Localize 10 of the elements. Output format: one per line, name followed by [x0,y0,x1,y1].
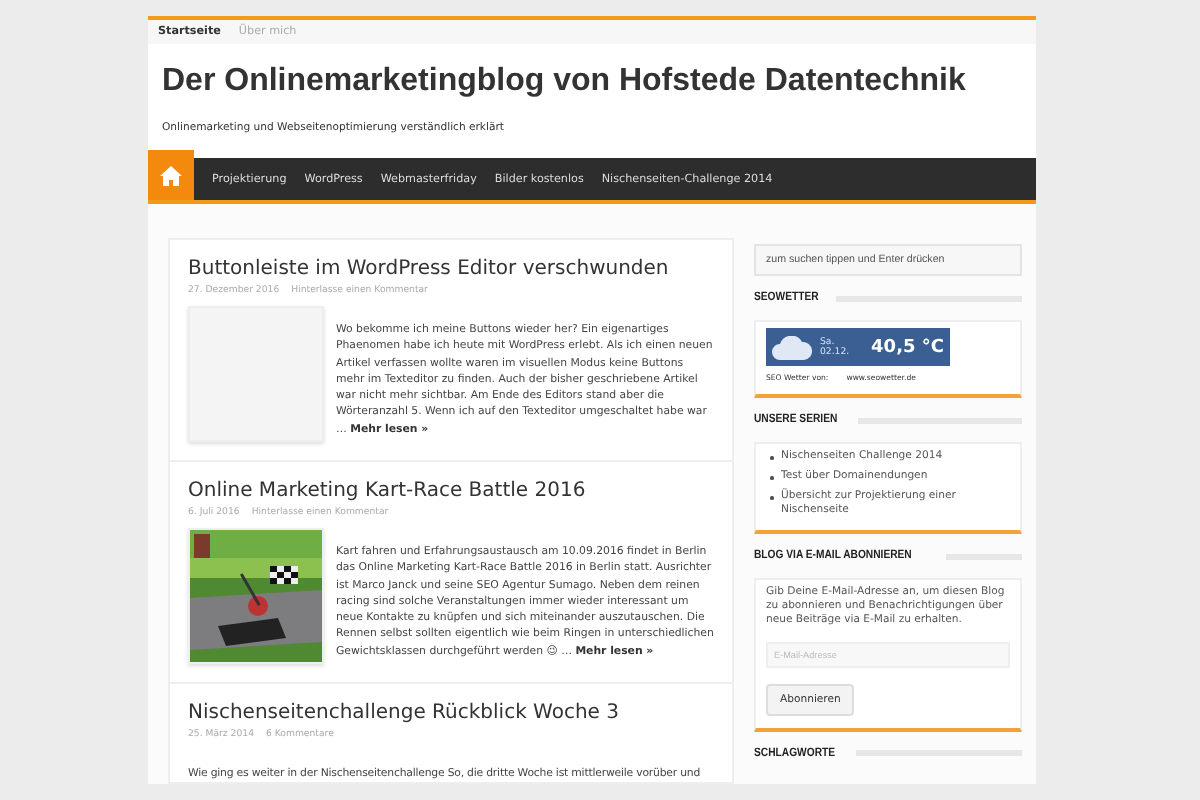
post-thumbnail[interactable] [188,528,324,664]
temperature: 40,5 °C [871,337,944,357]
site-title[interactable]: Der Onlinemarketingblog von Hofstede Datentechnik [162,64,1022,100]
post-title[interactable]: Online Marketing Kart-Race Battle 2016 [188,480,714,502]
home-button[interactable] [148,150,194,200]
post-title[interactable]: Nischenseitenchallenge Rückblick Woche 3 [188,702,714,724]
home-icon [160,165,182,185]
cloud-icon [772,335,812,359]
post-thumbnail[interactable] [188,306,324,442]
post-title[interactable]: Buttonleiste im WordPress Editor verschwunden [188,258,714,280]
